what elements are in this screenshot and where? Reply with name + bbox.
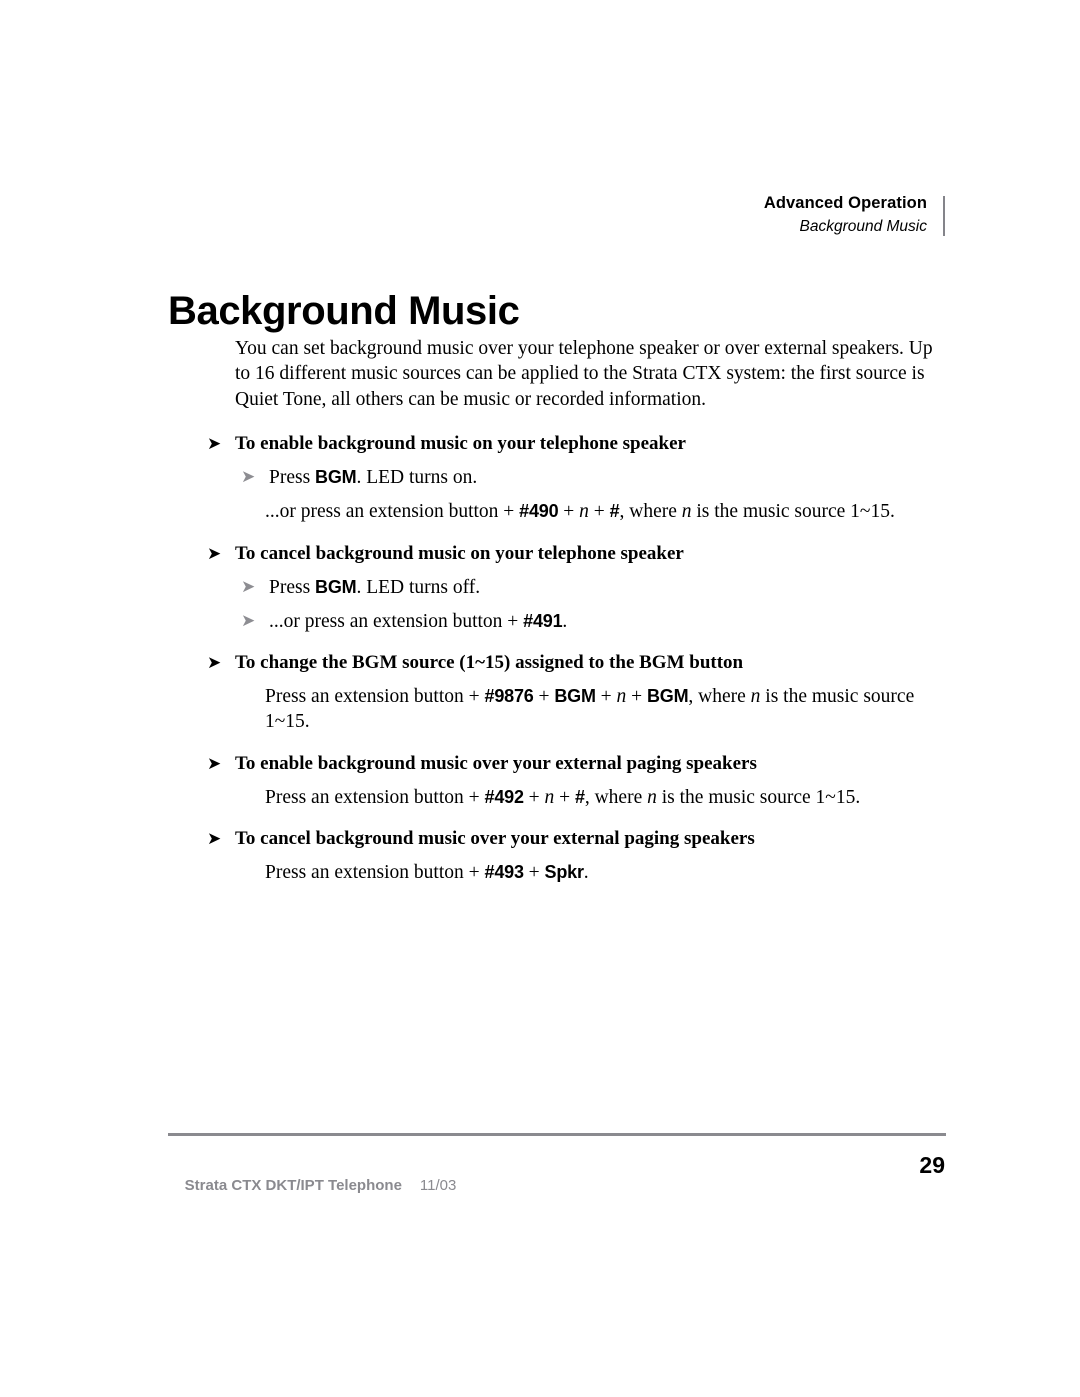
arrow-bullet-icon: ➤ <box>207 829 222 850</box>
step-text: Press an extension button + <box>265 862 485 884</box>
step-text: , where <box>584 786 648 808</box>
section-heading: ➤ To enable background music on your tele… <box>207 432 947 456</box>
header-section-title: Background Music <box>799 218 927 235</box>
key-label: # <box>609 501 620 522</box>
intro-paragraph: You can set background music over your t… <box>235 337 933 411</box>
arrow-bullet-icon: ➤ <box>241 467 256 488</box>
step-text: + <box>558 501 580 523</box>
variable-label: n <box>544 786 555 808</box>
key-label: #493 <box>484 862 524 883</box>
key-label: #9876 <box>484 685 534 706</box>
step-text: Press an extension button + <box>265 786 485 808</box>
document-page: Advanced Operation Background Music Back… <box>0 0 1080 1397</box>
section-heading-text: To cancel background music over your ext… <box>235 828 755 850</box>
footer-document-date: 11/03 <box>419 1177 457 1194</box>
procedure-step: ➤ ...or press an extension button + #491. <box>207 609 947 634</box>
section-heading: ➤ To cancel background music over your ex… <box>207 827 947 851</box>
key-label: BGM <box>647 685 689 706</box>
step-text: . LED turns on. <box>356 467 478 489</box>
footer-document-info: Strata CTX DKT/IPT Telephone 11/03 <box>168 1160 457 1211</box>
key-label: #492 <box>484 786 524 807</box>
step-text: + <box>588 501 610 523</box>
section-heading: ➤ To enable background music over your ex… <box>207 752 947 776</box>
step-text: + <box>626 685 647 707</box>
step-text: . <box>583 862 589 884</box>
procedure-section: ➤ To enable background music over your ex… <box>207 752 947 811</box>
section-heading: ➤ To cancel background music on your tele… <box>207 542 947 566</box>
key-label: BGM <box>554 685 596 706</box>
step-text: + <box>523 786 545 808</box>
section-heading: ➤ To change the BGM source (1~15) assigne… <box>207 651 947 675</box>
procedure-note: Press an extension button + #493 + Spkr. <box>207 860 929 886</box>
section-heading-text: To change the BGM source (1~15) assigned… <box>235 651 744 673</box>
variable-label: n <box>750 685 761 707</box>
key-label: #490 <box>519 501 559 522</box>
key-label: BGM <box>315 576 357 597</box>
header-chapter-title: Advanced Operation <box>763 194 927 212</box>
step-text: . <box>562 610 568 632</box>
step-text: is the music source 1~15. <box>656 786 861 808</box>
procedure-step: ➤ Press BGM. LED turns off. <box>207 575 947 600</box>
footer-page-number: 29 <box>919 1152 945 1178</box>
arrow-bullet-icon: ➤ <box>207 753 222 774</box>
section-heading-text: To enable background music on your telep… <box>235 433 686 455</box>
step-text: . LED turns off. <box>356 576 481 598</box>
arrow-bullet-icon: ➤ <box>207 543 222 564</box>
arrow-bullet-icon: ➤ <box>207 652 222 673</box>
arrow-bullet-icon: ➤ <box>241 610 256 631</box>
procedure-note: ...or press an extension button + #490 +… <box>207 499 929 525</box>
procedure-note: Press an extension button + #9876 + BGM … <box>207 684 929 735</box>
step-text: ...or press an extension button + <box>269 610 524 632</box>
step-text: Press <box>269 467 316 489</box>
footer-document-name: Strata CTX DKT/IPT Telephone <box>184 1177 402 1194</box>
step-text: , where <box>619 501 682 523</box>
sections-container: ➤ To enable background music on your tele… <box>207 432 947 886</box>
variable-label: n <box>616 685 627 707</box>
variable-label: n <box>579 501 589 523</box>
step-text: , where <box>688 685 751 707</box>
procedure-section: ➤ To cancel background music on your tele… <box>207 542 947 634</box>
step-text: + <box>554 786 576 808</box>
section-heading-text: To cancel background music on your telep… <box>235 542 684 564</box>
running-header: Advanced Operation Background Music <box>367 193 945 238</box>
step-text: Press <box>269 576 316 598</box>
variable-label: n <box>647 786 657 808</box>
arrow-bullet-icon: ➤ <box>241 576 256 597</box>
procedure-section: ➤ To change the BGM source (1~15) assigne… <box>207 651 947 735</box>
step-text: + <box>523 862 545 884</box>
key-label: #491 <box>523 610 563 631</box>
arrow-bullet-icon: ➤ <box>207 434 222 455</box>
procedure-section: ➤ To enable background music on your tele… <box>207 432 947 525</box>
key-label: # <box>575 786 585 807</box>
variable-label: n <box>681 501 692 523</box>
step-text: + <box>533 685 555 707</box>
key-label: BGM <box>315 467 357 488</box>
key-label: Spkr <box>544 862 584 883</box>
footer-divider <box>168 1133 946 1136</box>
step-text: ...or press an extension button + <box>265 501 520 523</box>
procedure-note: Press an extension button + #492 + n + #… <box>207 785 929 811</box>
section-heading-text: To enable background music over your ext… <box>235 752 757 774</box>
page-content: You can set background music over your t… <box>207 316 947 886</box>
step-text: + <box>595 685 617 707</box>
step-text: is the music source 1~15. <box>691 501 895 523</box>
step-text: Press an extension button + <box>265 685 485 707</box>
procedure-section: ➤ To cancel background music over your ex… <box>207 827 947 886</box>
procedure-step: ➤ Press BGM. LED turns on. <box>207 465 947 490</box>
